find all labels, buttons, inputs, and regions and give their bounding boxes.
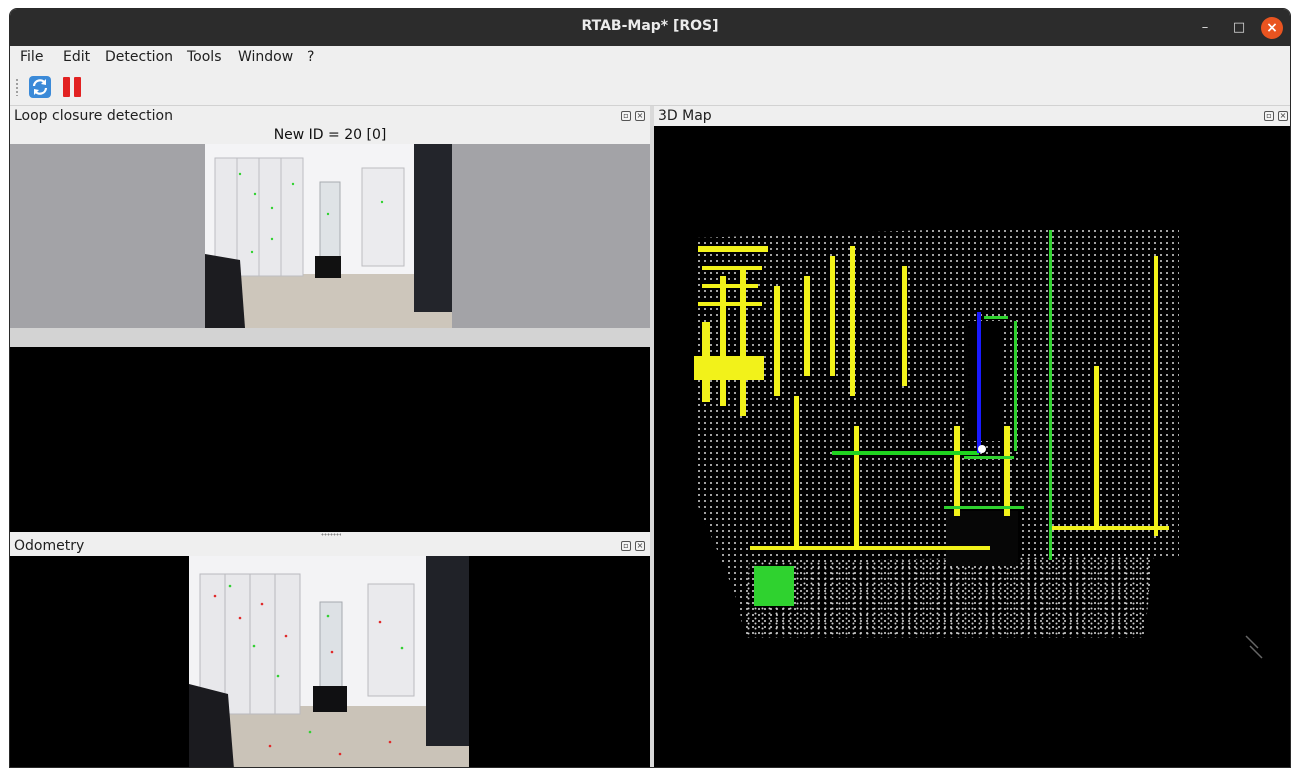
maximize-button[interactable]: □ [1228, 17, 1250, 39]
menu-help[interactable]: ? [307, 49, 314, 65]
odometry-image [189, 556, 469, 767]
vertical-splitter-handle[interactable] [321, 533, 341, 536]
close-dock-icon[interactable]: × [635, 541, 645, 551]
title-bar[interactable]: RTAB-Map* [ROS] – □ × [10, 9, 1290, 46]
menu-file[interactable]: File [20, 49, 43, 65]
pause-icon [63, 77, 81, 97]
pause-button[interactable] [60, 75, 84, 99]
odometry-title: Odometry [14, 538, 85, 554]
close-dock-icon[interactable]: × [1278, 111, 1288, 121]
close-dock-icon[interactable]: × [635, 111, 645, 121]
loop-closure-image-area [10, 144, 650, 328]
float-dock-icon[interactable]: ▫ [621, 111, 631, 121]
menu-tools[interactable]: Tools [187, 49, 222, 65]
refresh-button[interactable] [28, 75, 52, 99]
minimize-button[interactable]: – [1194, 17, 1216, 39]
toolbar [10, 68, 1290, 106]
point-cloud [694, 226, 1263, 659]
map3d-title: 3D Map [658, 108, 712, 124]
odometry-view [10, 556, 650, 767]
loop-closure-match-view [10, 347, 650, 532]
loop-closure-title: Loop closure detection [14, 108, 173, 124]
menu-edit[interactable]: Edit [63, 49, 90, 65]
menu-detection[interactable]: Detection [105, 49, 173, 65]
odometry-dock-header[interactable]: Odometry ▫ × [10, 537, 650, 557]
float-dock-icon[interactable]: ▫ [621, 541, 631, 551]
menu-window[interactable]: Window [238, 49, 293, 65]
float-dock-icon[interactable]: ▫ [1264, 111, 1274, 121]
app-window: RTAB-Map* [ROS] – □ × File Edit Detectio… [9, 8, 1291, 768]
new-id-label: New ID = 20 [0] [273, 127, 387, 143]
map3d-view[interactable] [654, 126, 1290, 767]
window-title: RTAB-Map* [ROS] [581, 18, 719, 34]
close-button[interactable]: × [1261, 17, 1283, 39]
map3d-dock-header[interactable]: 3D Map ▫ × [654, 107, 1290, 127]
loop-closure-spacer [10, 328, 650, 347]
refresh-icon [29, 76, 51, 98]
toolbar-grip[interactable] [15, 78, 19, 96]
loop-closure-image [205, 144, 452, 328]
menu-bar: File Edit Detection Tools Window ? [10, 46, 1290, 68]
loop-closure-dock-header[interactable]: Loop closure detection ▫ × [10, 107, 650, 127]
